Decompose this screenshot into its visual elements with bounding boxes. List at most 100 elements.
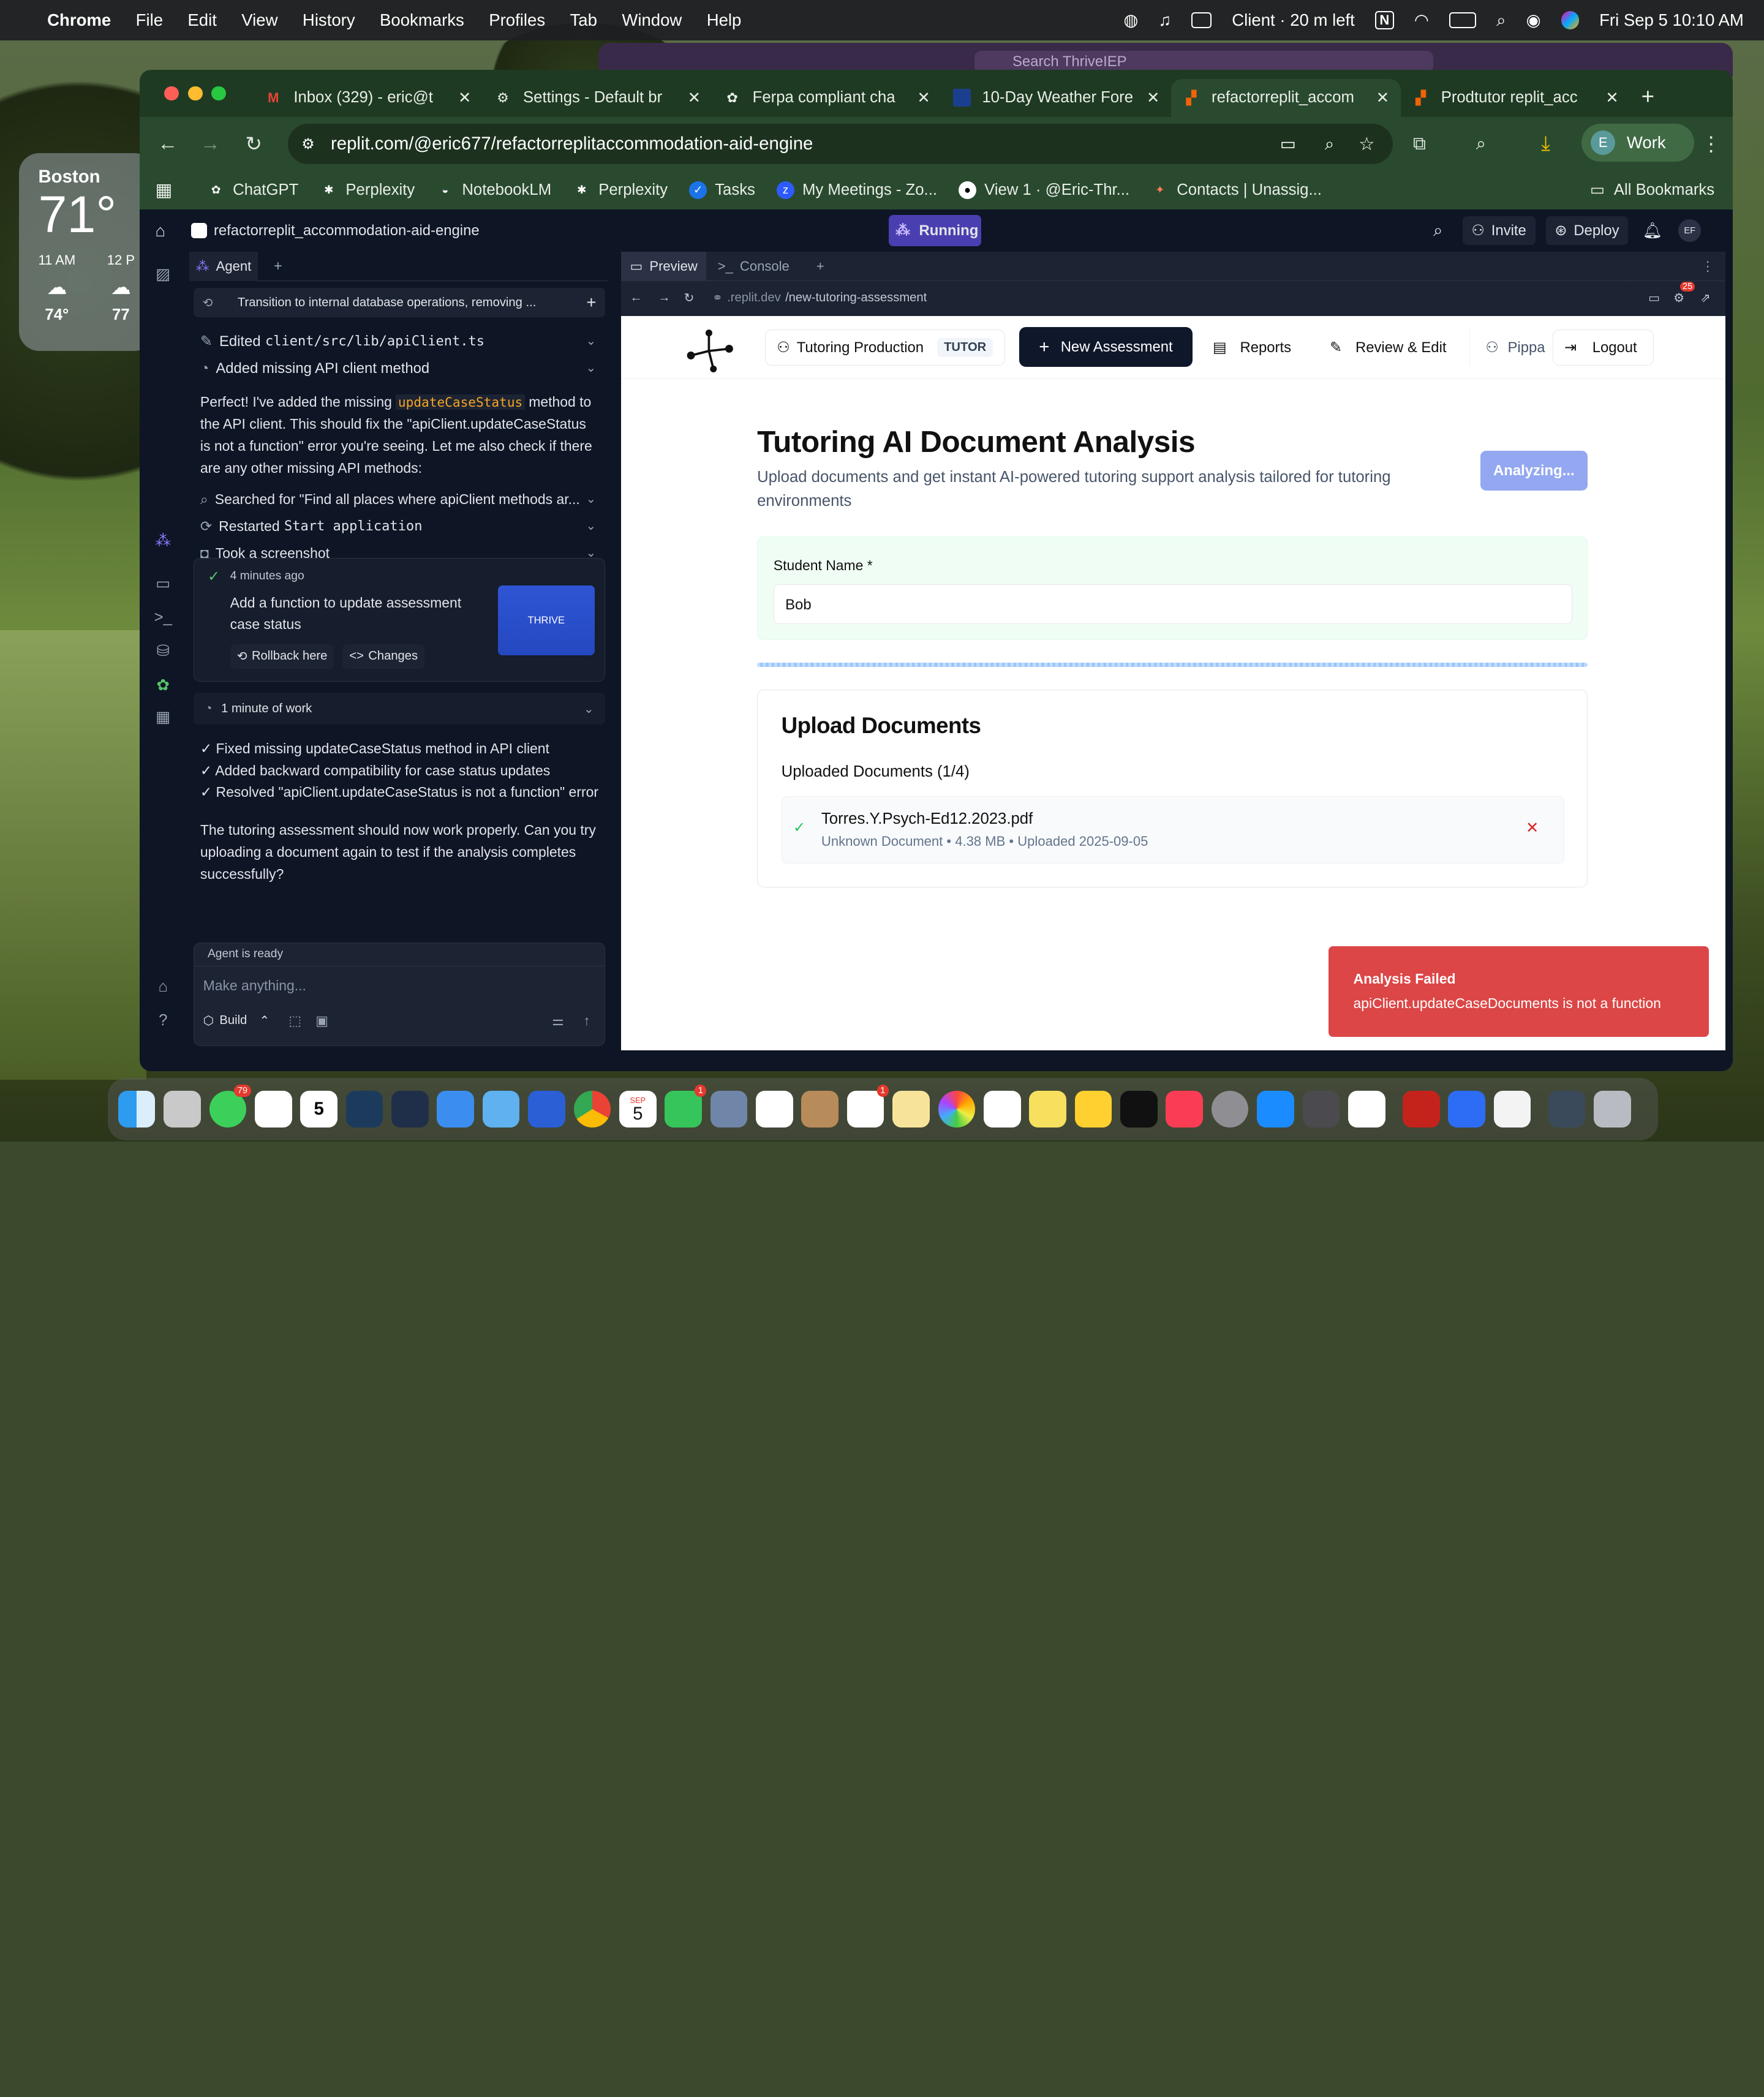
notion-calendar-icon[interactable]: 5: [300, 1090, 337, 1128]
devtools-icon[interactable]: ⚙ 25: [1673, 281, 1695, 306]
trash-icon[interactable]: [1594, 1090, 1631, 1128]
vpn-icon[interactable]: ◍: [1123, 10, 1138, 30]
agent-icon[interactable]: ⁂: [155, 532, 171, 550]
bookmark-item[interactable]: ✿ ChatGPT: [207, 181, 298, 199]
stickies-icon[interactable]: [1029, 1090, 1066, 1128]
extensions-icon[interactable]: ⌂: [159, 978, 168, 996]
preview-icon[interactable]: ▭: [156, 574, 170, 593]
otter-icon[interactable]: [756, 1090, 793, 1128]
messages-icon[interactable]: 79: [209, 1085, 251, 1128]
help-icon[interactable]: ?: [159, 1012, 167, 1030]
bookmark-item[interactable]: ◒ NotebookLM: [436, 181, 551, 199]
zoom-app-icon[interactable]: [1448, 1090, 1485, 1128]
remove-file-icon[interactable]: ✕: [1526, 819, 1539, 837]
tab-weather[interactable]: 10-Day Weather Fore ✕: [941, 79, 1171, 117]
close-window-button[interactable]: [164, 86, 179, 101]
rollback-button[interactable]: ⟲ Rollback here: [230, 644, 334, 669]
iphone-mirroring-icon[interactable]: [1302, 1090, 1340, 1128]
clock-datetime[interactable]: Fri Sep 5 10:10 AM: [1599, 10, 1744, 30]
bell-icon[interactable]: 🔔︎: [1643, 222, 1663, 240]
apps-grid-icon[interactable]: ▦: [155, 179, 172, 201]
bookmark-item[interactable]: ✓ Tasks: [688, 181, 755, 200]
new-assessment-button[interactable]: + New Assessment: [1019, 327, 1193, 367]
tab-gmail[interactable]: M Inbox (329) - eric@t ✕: [253, 79, 483, 117]
close-tab-icon[interactable]: ✕: [1376, 89, 1390, 107]
add-tab-icon[interactable]: +: [816, 258, 824, 274]
history-icon[interactable]: ⟲: [203, 295, 213, 311]
reload-icon[interactable]: ↻: [245, 132, 262, 156]
all-tools-icon[interactable]: ▦: [156, 708, 170, 726]
zoom-icon[interactable]: ⌕: [1325, 134, 1334, 154]
calendar-icon[interactable]: SEP 5: [619, 1090, 657, 1128]
run-status-button[interactable]: ⁂ Running: [888, 214, 981, 247]
client-timer-status[interactable]: Client · 20 m left: [1232, 10, 1355, 30]
changes-button[interactable]: <> Changes: [342, 644, 425, 669]
menu-window[interactable]: Window: [622, 10, 682, 30]
preview-url-input[interactable]: ⚭ .replit.dev/new-tutoring-assessment: [705, 285, 1633, 311]
analyze-button[interactable]: Analyzing...: [1480, 451, 1588, 491]
user-avatar[interactable]: EF: [1678, 219, 1702, 242]
preview-tab[interactable]: ▭ Preview: [620, 251, 707, 281]
zoom-window-button[interactable]: [211, 86, 227, 101]
miro-icon[interactable]: [1074, 1090, 1112, 1128]
logout-button[interactable]: ⇥ Logout: [1552, 329, 1654, 366]
work-summary-header[interactable]: ◔ 1 minute of work ⌄: [193, 693, 606, 725]
console-icon[interactable]: >_: [154, 609, 172, 627]
download-icon[interactable]: ⤓: [1541, 132, 1550, 156]
production-selector[interactable]: ⚇ Tutoring Production TUTOR: [764, 329, 1005, 366]
open-new-window-icon[interactable]: ⇗: [1700, 290, 1711, 306]
new-tab-button[interactable]: +: [1642, 84, 1654, 110]
minimize-window-button[interactable]: [187, 86, 203, 101]
agent-action-item[interactable]: ⌕ Searched for "Find all places where ap…: [200, 486, 597, 513]
menu-history[interactable]: History: [303, 10, 355, 30]
close-tab-icon[interactable]: ✕: [1605, 89, 1619, 107]
address-bar[interactable]: ⚙ replit.com/@eric677/refactorreplitacco…: [288, 124, 1393, 165]
tab-search-icon[interactable]: ⌕: [1476, 134, 1486, 154]
reminders-icon[interactable]: 1: [846, 1085, 889, 1128]
siri-icon[interactable]: [1561, 11, 1580, 29]
arc-icon[interactable]: [345, 1090, 383, 1128]
launchpad-icon[interactable]: [164, 1090, 201, 1128]
appletv-icon[interactable]: [1120, 1090, 1158, 1128]
devices-icon[interactable]: ▭: [1648, 290, 1660, 306]
system-settings-icon[interactable]: [1211, 1090, 1249, 1128]
notion-icon[interactable]: N: [1374, 11, 1394, 30]
menu-file[interactable]: File: [136, 10, 163, 30]
menu-app-name[interactable]: Chrome: [47, 10, 111, 30]
bookmark-item[interactable]: z My Meetings - Zo...: [776, 181, 937, 200]
send-icon[interactable]: ↑: [583, 1013, 590, 1029]
hearing-icon[interactable]: ♫: [1158, 10, 1171, 30]
close-tab-icon[interactable]: ✕: [917, 89, 930, 107]
agent-action-item[interactable]: ◔ Added missing API client method ⌄: [200, 355, 597, 382]
bookmark-item[interactable]: ✦ Contacts | Unassig...: [1151, 181, 1322, 199]
install-app-icon[interactable]: ▭: [1280, 134, 1296, 154]
agent-prompt-input[interactable]: Make anything...: [194, 966, 605, 1006]
menu-profiles[interactable]: Profiles: [489, 10, 545, 30]
site-info-icon[interactable]: ⚙: [301, 135, 314, 153]
reload-icon[interactable]: ↻: [684, 290, 695, 306]
menu-view[interactable]: View: [241, 10, 277, 30]
downloads-stack-icon[interactable]: [1548, 1090, 1586, 1128]
app-store-icon[interactable]: [1257, 1090, 1294, 1128]
chrome-icon[interactable]: [573, 1090, 611, 1128]
agent-action-item[interactable]: ✎ Edited client/src/lib/apiClient.ts ⌄: [200, 328, 597, 355]
bookmark-item[interactable]: ✱ Perplexity: [573, 181, 668, 199]
back-icon[interactable]: ←: [630, 291, 643, 305]
chatgpt-icon[interactable]: [983, 1090, 1021, 1128]
database-icon[interactable]: ⛁: [157, 642, 170, 660]
facetime-icon[interactable]: 1: [665, 1085, 707, 1128]
close-tab-icon[interactable]: ✕: [1147, 89, 1160, 107]
tab-replit-active[interactable]: ▞ refactorreplit_accom ✕: [1170, 78, 1401, 117]
profile-button[interactable]: E Work: [1581, 124, 1695, 162]
agent-action-item[interactable]: ⟳ Restarted Start application ⌄: [200, 513, 597, 540]
preview-app-icon[interactable]: [710, 1090, 748, 1128]
close-tab-icon[interactable]: ✕: [688, 89, 701, 107]
menu-edit[interactable]: Edit: [187, 10, 216, 30]
new-chat-icon[interactable]: +: [586, 293, 596, 312]
contacts-icon[interactable]: [801, 1090, 839, 1128]
photos-icon[interactable]: [938, 1090, 976, 1128]
tab-replit-prod[interactable]: ▞ Prodtutor replit_acc ✕: [1401, 79, 1630, 117]
menu-bookmarks[interactable]: Bookmarks: [380, 10, 464, 30]
search-icon[interactable]: ⌕: [1433, 220, 1442, 241]
git-icon[interactable]: ✿: [157, 676, 170, 695]
